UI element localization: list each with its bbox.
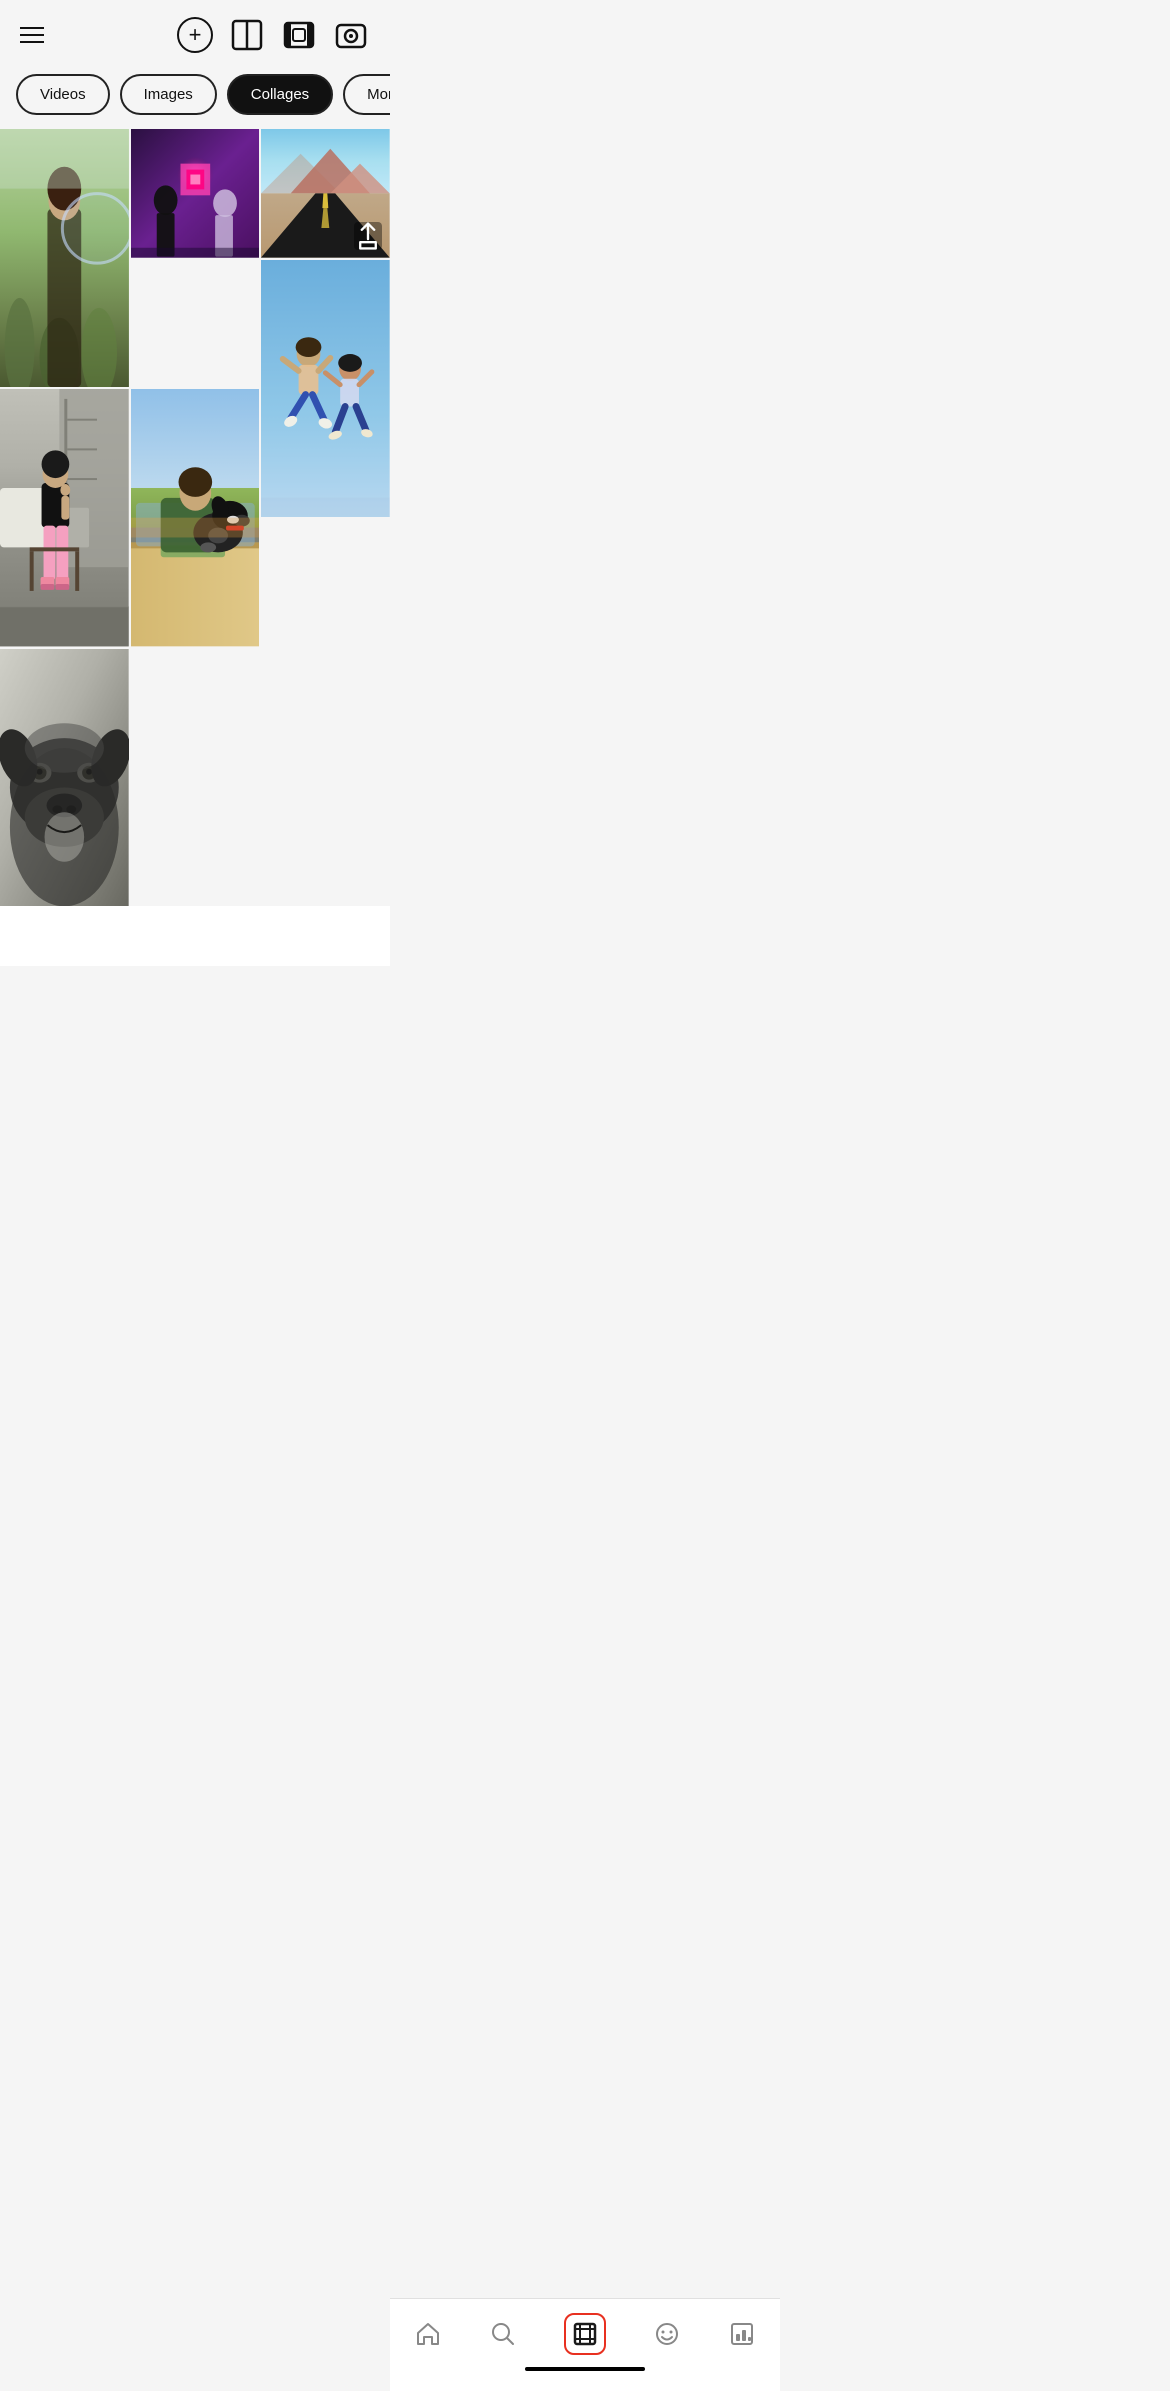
photo-4-image	[0, 389, 129, 646]
photo-item-4[interactable]	[0, 389, 129, 646]
photo-2-image	[131, 129, 260, 258]
nav-home[interactable]	[406, 2316, 450, 2352]
content-spacer	[0, 906, 390, 966]
photo-item-5[interactable]	[131, 389, 260, 646]
share-badge-3[interactable]	[354, 222, 382, 250]
home-icon	[414, 2320, 442, 2348]
nav-create[interactable]	[556, 2309, 614, 2359]
photo-5-image	[131, 389, 260, 646]
tab-videos[interactable]: Videos	[16, 74, 110, 115]
film-icon	[283, 21, 315, 49]
create-active-border	[564, 2313, 606, 2355]
crop-icon	[571, 2320, 599, 2348]
plus-circle-icon: +	[177, 17, 213, 53]
header-right: +	[176, 16, 370, 54]
photo-item-2[interactable]	[131, 129, 260, 258]
filter-tabs: Videos Images Collages Montages	[0, 66, 390, 129]
tab-collages[interactable]: Collages	[227, 74, 333, 115]
stats-icon	[728, 2320, 756, 2348]
layout-icon	[231, 19, 263, 51]
home-indicator	[525, 2367, 645, 2371]
photo-item-6[interactable]	[261, 260, 390, 517]
photo-7-image	[0, 649, 129, 906]
nav-search[interactable]	[481, 2316, 525, 2352]
app-header: +	[0, 0, 390, 66]
photo-grid	[0, 129, 390, 906]
layout-button[interactable]	[228, 16, 266, 54]
tab-montages[interactable]: Montages	[343, 74, 390, 115]
photo-1-image	[0, 129, 129, 387]
emoji-icon	[653, 2320, 681, 2348]
menu-icon[interactable]	[20, 27, 44, 43]
camera-icon	[335, 19, 367, 51]
nav-items	[390, 2309, 780, 2359]
header-left	[20, 27, 44, 43]
search-icon	[489, 2320, 517, 2348]
upload-icon	[354, 222, 382, 250]
camera-button[interactable]	[332, 16, 370, 54]
photo-6-image	[261, 260, 390, 517]
film-button[interactable]	[280, 16, 318, 54]
nav-emoji[interactable]	[645, 2316, 689, 2352]
tab-images[interactable]: Images	[120, 74, 217, 115]
photo-item-3[interactable]	[261, 129, 390, 258]
nav-stats[interactable]	[720, 2316, 764, 2352]
add-button[interactable]: +	[176, 16, 214, 54]
bottom-nav	[390, 2298, 780, 2391]
photo-item-7[interactable]	[0, 649, 129, 906]
photo-item-1[interactable]	[0, 129, 129, 387]
